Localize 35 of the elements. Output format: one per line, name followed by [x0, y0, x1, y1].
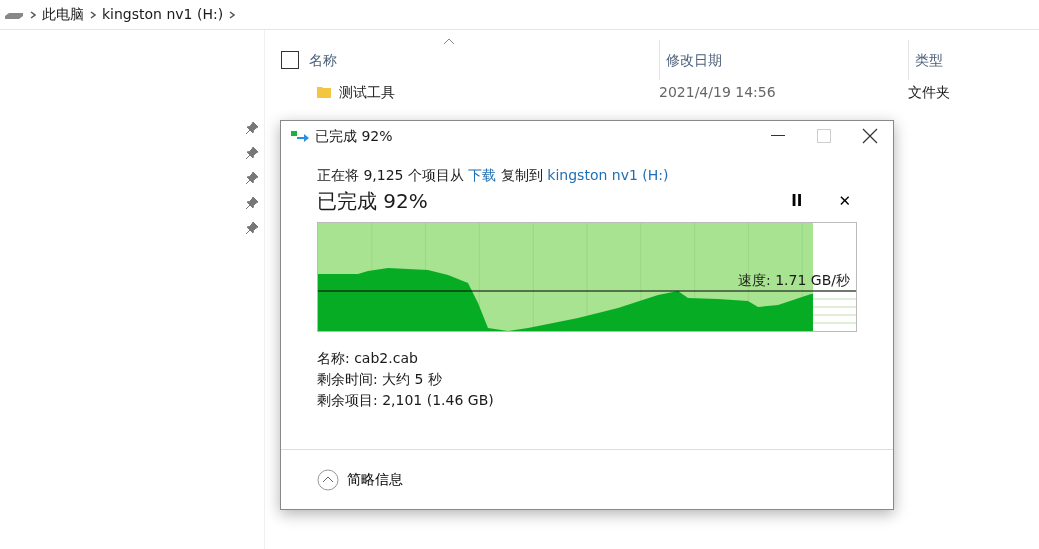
destination-link[interactable]: kingston nv1 (H:) [547, 167, 669, 183]
pin-icon [246, 222, 258, 234]
column-header[interactable]: 名称 [309, 51, 337, 68]
folder-icon [317, 86, 331, 98]
column-header[interactable]: 修改日期 [666, 49, 722, 71]
detail-line: 名称: cab2.cab [317, 349, 419, 368]
close-icon [862, 128, 878, 144]
speed-label: 速度: 1.71 GB/秒 [738, 271, 850, 290]
column-header[interactable]: 类型 [915, 49, 943, 71]
file-date: 2021/4/19 14:56 [659, 82, 777, 102]
maximize-icon [817, 129, 831, 143]
progress-heading: 已完成 92% [317, 188, 428, 215]
chevron-icon [30, 10, 36, 19]
pin-icon [246, 147, 258, 159]
pin-icon [246, 122, 258, 134]
copy-description: 正在将 9,125 个项目从 下载 复制到 kingston nv1 (H:) [317, 166, 670, 185]
detail-line: 剩余项目: 2,101 (1.46 GB) [317, 391, 495, 410]
fewer-details-toggle[interactable]: 简略信息 [317, 468, 403, 491]
detail-line: 剩余时间: 大约 5 秒 [317, 370, 443, 389]
pause-button[interactable]: II [785, 189, 809, 213]
window-title: 已完成 92% [315, 126, 393, 146]
source-link[interactable]: 下载 [468, 167, 497, 183]
file-name[interactable]: 测试工具 [339, 81, 395, 103]
chevron-icon [90, 10, 96, 19]
breadcrumb-item[interactable]: 此电脑 [42, 4, 84, 25]
copy-icon [291, 129, 309, 143]
sort-caret-icon [444, 37, 454, 44]
pin-icon [246, 172, 258, 184]
pin-icon [246, 197, 258, 209]
chevron-icon [229, 10, 236, 19]
file-type: 文件夹 [908, 82, 950, 102]
select-all-checkbox[interactable] [281, 51, 299, 69]
cancel-button[interactable]: ✕ [832, 189, 857, 213]
minimize-icon [771, 135, 785, 137]
breadcrumb-item[interactable]: kingston nv1 (H:) [102, 4, 224, 25]
